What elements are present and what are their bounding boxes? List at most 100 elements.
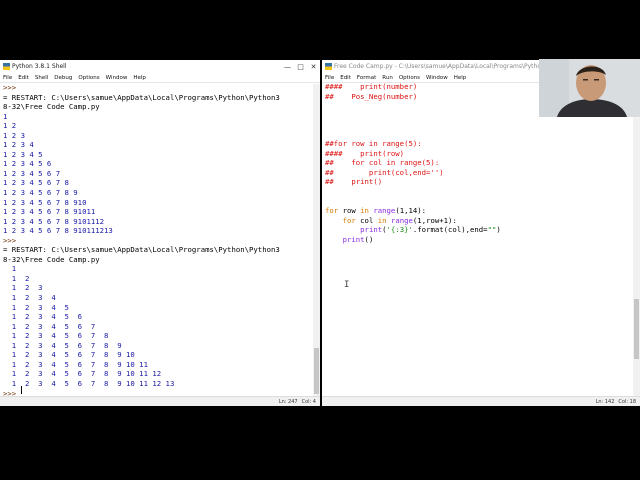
close-icon[interactable]: ✕ bbox=[307, 63, 320, 71]
code-token: ## print() bbox=[325, 177, 383, 187]
shell-line: 1 2 3 4 5 bbox=[3, 302, 69, 312]
menu-window[interactable]: Window bbox=[426, 75, 448, 81]
shell-line: >>> bbox=[3, 83, 17, 92]
menu-window[interactable]: Window bbox=[106, 75, 128, 81]
code-token: #### print(number) bbox=[325, 82, 418, 91]
menu-help[interactable]: Help bbox=[133, 75, 146, 81]
shell-line: 1 bbox=[3, 111, 8, 121]
editor-line: print('{:3}'.format(col),end="") bbox=[325, 225, 630, 235]
text-cursor-icon: I bbox=[344, 280, 350, 290]
shell-line: 1 bbox=[3, 264, 17, 274]
shell-line: 1 2 3 4 5 6 bbox=[3, 312, 83, 322]
code-token: () bbox=[364, 234, 374, 244]
editor-line: print() bbox=[325, 235, 630, 245]
video-frame-bottom bbox=[0, 408, 640, 480]
video-frame-top bbox=[0, 0, 640, 60]
code-token: row bbox=[338, 206, 361, 216]
shell-line: 1 2 3 4 5 6 7 8 910 bbox=[3, 197, 87, 207]
shell-line: 1 2 3 4 5 6 7 8 91011 bbox=[3, 207, 96, 217]
editor-line: ## print() bbox=[325, 177, 630, 187]
menu-debug[interactable]: Debug bbox=[54, 75, 72, 81]
shell-scrollbar[interactable] bbox=[313, 84, 320, 396]
shell-menubar: File Edit Shell Debug Options Window Hel… bbox=[0, 73, 320, 83]
menu-shell[interactable]: Shell bbox=[35, 75, 48, 81]
shell-col-number: Col: 4 bbox=[301, 398, 316, 405]
minimize-icon[interactable]: — bbox=[281, 63, 294, 71]
code-token: in bbox=[377, 215, 387, 225]
menu-options[interactable]: Options bbox=[399, 75, 420, 81]
shell-line: 1 2 3 4 5 6 7 8 9 10 bbox=[3, 350, 135, 360]
python-file-icon bbox=[325, 63, 332, 70]
code-token: (1,14): bbox=[395, 206, 427, 216]
editor-line: ## for col in range(5): bbox=[325, 158, 630, 168]
menu-file[interactable]: File bbox=[3, 75, 12, 81]
shell-scroll-thumb[interactable] bbox=[314, 348, 319, 394]
code-token: for bbox=[342, 215, 356, 225]
shell-line: 1 2 3 4 5 6 7 8 9 10 11 12 bbox=[3, 369, 162, 379]
shell-line: 1 2 3 4 5 6 7 8 9 10 11 12 13 bbox=[3, 378, 175, 388]
editor-scroll-thumb[interactable] bbox=[634, 299, 639, 359]
editor-line: ## print(col,end='') bbox=[325, 168, 630, 178]
menu-file[interactable]: File bbox=[325, 75, 334, 81]
code-token: ) bbox=[496, 225, 501, 235]
editor-title: Free Code Camp.py - C:\Users\samue\AppDa… bbox=[334, 63, 544, 70]
menu-run[interactable]: Run bbox=[382, 75, 393, 81]
webcam-overlay bbox=[539, 59, 640, 117]
editor-statusbar: Ln: 142 Col: 18 bbox=[322, 396, 640, 406]
editor-line: ##for row in range(5): bbox=[325, 139, 630, 149]
editor-scrollbar[interactable] bbox=[633, 84, 640, 396]
shell-line: 1 2 3 4 5 6 7 8 9 bbox=[3, 188, 78, 198]
shell-line: 1 2 3 4 5 6 7 bbox=[3, 321, 96, 331]
shell-statusbar: Ln: 247 Col: 4 bbox=[0, 396, 320, 406]
code-token: (1,row+1): bbox=[412, 215, 457, 225]
shell-line: 8-32\Free Code Camp.py bbox=[3, 102, 100, 112]
shell-line: 1 2 3 4 5 6 7 8 bbox=[3, 178, 69, 188]
menu-edit[interactable]: Edit bbox=[340, 75, 351, 81]
code-token: ##for row in range(5): bbox=[325, 139, 422, 149]
shell-line: = RESTART: C:\Users\samue\AppData\Local\… bbox=[3, 92, 280, 102]
code-token: for bbox=[325, 206, 339, 216]
code-token: ## for col in range(5): bbox=[325, 158, 440, 168]
text-caret bbox=[21, 386, 22, 394]
code-token: print bbox=[342, 234, 365, 244]
shell-line: 1 2 3 4 5 6 7 8 9 bbox=[3, 340, 122, 350]
shell-line: = RESTART: C:\Users\samue\AppData\Local\… bbox=[3, 245, 280, 255]
shell-line: 1 2 3 4 5 bbox=[3, 149, 43, 159]
code-token: col bbox=[355, 215, 378, 225]
shell-line: 1 2 3 4 5 6 7 bbox=[3, 168, 61, 178]
shell-line: 1 2 3 4 bbox=[3, 140, 34, 150]
shell-line-number: Ln: 247 bbox=[278, 398, 298, 405]
shell-line: 1 2 3 4 5 6 bbox=[3, 159, 52, 169]
shell-line: 1 2 3 4 5 6 7 8 bbox=[3, 331, 109, 341]
shell-line: 1 2 3 bbox=[3, 283, 43, 293]
presenter-image bbox=[539, 59, 640, 117]
shell-text-area[interactable]: >>> = RESTART: C:\Users\samue\AppData\Loc… bbox=[3, 83, 310, 398]
menu-options[interactable]: Options bbox=[78, 75, 99, 81]
shell-line: 1 2 3 bbox=[3, 130, 25, 140]
shell-line: 1 2 bbox=[3, 273, 30, 283]
python-shell-window[interactable]: Python 3.8.1 Shell — □ ✕ File Edit Shell… bbox=[0, 60, 320, 406]
editor-line: #### print(row) bbox=[325, 149, 630, 159]
menu-edit[interactable]: Edit bbox=[18, 75, 29, 81]
editor-line-number: Ln: 142 bbox=[595, 398, 615, 405]
code-token: .format(col),end= bbox=[412, 225, 488, 235]
menu-help[interactable]: Help bbox=[454, 75, 467, 81]
shell-line: 1 2 bbox=[3, 121, 17, 131]
shell-titlebar[interactable]: Python 3.8.1 Shell — □ ✕ bbox=[0, 60, 320, 73]
code-token: #### print(row) bbox=[325, 148, 405, 158]
editor-line: for row in range(1,14): bbox=[325, 206, 630, 216]
menu-format[interactable]: Format bbox=[357, 75, 376, 81]
code-token: '{:3}' bbox=[386, 225, 413, 235]
editor-col-number: Col: 18 bbox=[618, 398, 636, 405]
code-token: range bbox=[390, 215, 413, 225]
code-token: range bbox=[373, 206, 396, 216]
code-token: ## Pos_Neg(number) bbox=[325, 91, 418, 101]
shell-line: 1 2 3 4 5 6 7 8 9 10 11 bbox=[3, 359, 148, 369]
maximize-icon[interactable]: □ bbox=[294, 63, 307, 71]
